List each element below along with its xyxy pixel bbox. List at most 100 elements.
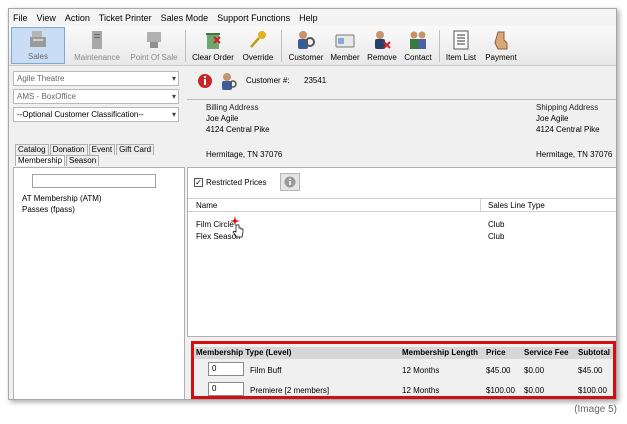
toolbar-separator <box>281 30 282 62</box>
pos-terminal-icon <box>143 29 165 51</box>
remove-person-icon <box>371 29 393 51</box>
payment-button[interactable]: Payment <box>481 27 521 64</box>
shipping-city: Hermitage, TN 37076 <box>536 150 613 159</box>
tab-gift-card[interactable]: Gift Card <box>116 144 155 155</box>
membership-fee: $0.00 <box>524 366 545 375</box>
member-card-icon <box>334 29 356 51</box>
tab-donation[interactable]: Donation <box>49 144 88 155</box>
price-header: Price <box>486 348 506 357</box>
price-grid: ✓ Restricted Prices Name Sales Line Type… <box>187 167 616 337</box>
column-name-header[interactable]: Name <box>196 201 217 210</box>
membership-row: 0 Film Buff 12 Months $45.00 $0.00 $45.0… <box>194 361 613 379</box>
restricted-prices-checkbox[interactable]: ✓ <box>194 178 203 187</box>
menu-view[interactable]: View <box>37 13 56 23</box>
tree-item-passes[interactable]: Passes (fpass) <box>22 205 75 214</box>
toolbar-separator <box>185 30 186 62</box>
membership-header: Membership Type (Level) Membership Lengt… <box>194 347 613 359</box>
column-sales-line-type-header[interactable]: Sales Line Type <box>488 201 545 210</box>
row-name: Film Circle <box>196 220 234 229</box>
subtotal-header: Subtotal <box>578 348 610 357</box>
menu-action[interactable]: Action <box>65 13 90 23</box>
membership-row: 0 Premiere [2 members] 12 Months $100.00… <box>194 381 613 399</box>
trash-can-icon <box>202 29 224 51</box>
tree-item-at-membership[interactable]: AT Membership (ATM) <box>22 194 102 203</box>
tab-season[interactable]: Season <box>66 155 100 166</box>
left-panel: Agile Theatre ▾ AMS - BoxOffice ▾ --Opti… <box>9 67 187 399</box>
clear-order-button[interactable]: Clear Order <box>189 27 237 64</box>
venue-select-value: Agile Theatre <box>17 74 65 83</box>
customer-classification-value: --Optional Customer Classification-- <box>17 110 144 119</box>
customer-number-label: Customer #: <box>246 76 290 85</box>
chevron-down-icon: ▾ <box>171 92 176 101</box>
tab-membership[interactable]: Membership <box>15 155 66 166</box>
membership-tab-panel: AT Membership (ATM) Passes (fpass) <box>13 167 185 399</box>
venue-select[interactable]: Agile Theatre ▾ <box>13 71 179 86</box>
billing-city: Hermitage, TN 37076 <box>206 150 283 159</box>
shipping-address: Shipping Address Joe Agile 4124 Central … <box>536 102 612 160</box>
item-list-button[interactable]: Item List <box>442 27 480 64</box>
customer-number-value: 23541 <box>304 76 327 85</box>
customer-person-icon[interactable] <box>219 72 237 90</box>
billing-name: Joe Agile <box>206 114 239 123</box>
hand-cursor-icon <box>232 224 244 238</box>
image-caption: (Image 5) <box>574 404 617 415</box>
menu-help[interactable]: Help <box>299 13 318 23</box>
info-icon[interactable] <box>197 73 213 89</box>
billing-address: Billing Address Joe Agile 4124 Central P… <box>206 102 282 160</box>
right-panel: Customer #: 23541 Billing Address Joe Ag… <box>187 67 616 399</box>
billing-street: 4124 Central Pike <box>206 125 270 134</box>
restricted-prices-label: Restricted Prices <box>206 178 267 187</box>
contact-button[interactable]: Contact <box>400 27 436 64</box>
shipping-address-title: Shipping Address <box>536 103 599 112</box>
menu-support-functions[interactable]: Support Functions <box>217 13 290 23</box>
catalog-tabs-row-2: Membership Season <box>15 155 100 166</box>
chevron-down-icon: ▾ <box>171 110 176 119</box>
box-office-select[interactable]: AMS - BoxOffice ▾ <box>13 89 179 104</box>
override-button[interactable]: Override <box>238 27 278 64</box>
column-divider <box>480 199 481 212</box>
membership-panel: Membership Type (Level) Membership Lengt… <box>187 339 616 399</box>
menu-bar: File View Action Ticket Printer Sales Mo… <box>9 9 616 26</box>
grid-header: Name Sales Line Type <box>188 198 616 212</box>
menu-ticket-printer[interactable]: Ticket Printer <box>99 13 152 23</box>
membership-length-header: Membership Length <box>402 348 479 357</box>
membership-highlight-box: Membership Type (Level) Membership Lengt… <box>191 341 616 399</box>
membership-subtotal: $100.00 <box>578 386 607 395</box>
tab-catalog[interactable]: Catalog <box>15 144 49 155</box>
quantity-input[interactable]: 0 <box>208 382 244 396</box>
row-type: Club <box>488 220 505 229</box>
membership-fee: $0.00 <box>524 386 545 395</box>
catalog-tabs-row-1: Catalog Donation Event Gift Card <box>15 144 155 155</box>
box-office-select-value: AMS - BoxOffice <box>17 92 76 101</box>
quantity-input[interactable]: 0 <box>208 362 244 376</box>
member-button[interactable]: Member <box>327 27 363 64</box>
maintenance-button[interactable]: Maintenance <box>69 27 125 64</box>
shipping-street: 4124 Central Pike <box>536 125 600 134</box>
divider <box>187 99 616 100</box>
membership-length: 12 Months <box>402 366 440 375</box>
membership-length: 12 Months <box>402 386 440 395</box>
customer-button[interactable]: Customer <box>285 27 327 64</box>
server-icon <box>86 29 108 51</box>
service-fee-header: Service Fee <box>524 348 569 357</box>
price-info-button[interactable] <box>280 173 300 191</box>
toolbar: Sales Maintenance Point Of Sale Clear Or… <box>9 26 616 66</box>
point-of-sale-button[interactable]: Point Of Sale <box>126 27 182 64</box>
contact-people-icon <box>407 29 429 51</box>
chevron-down-icon: ▾ <box>171 74 176 83</box>
row-type: Club <box>488 232 505 241</box>
menu-sales-mode[interactable]: Sales Mode <box>161 13 209 23</box>
hand-money-icon <box>490 29 512 51</box>
catalog-filter-input[interactable] <box>32 174 156 188</box>
sales-button[interactable]: Sales <box>11 27 65 64</box>
tab-event[interactable]: Event <box>88 144 116 155</box>
customer-classification-select[interactable]: --Optional Customer Classification-- ▾ <box>13 107 179 122</box>
list-document-icon <box>450 29 472 51</box>
membership-type: Premiere [2 members] <box>250 386 330 395</box>
billing-address-title: Billing Address <box>206 103 259 112</box>
membership-subtotal: $45.00 <box>578 366 603 375</box>
menu-file[interactable]: File <box>13 13 28 23</box>
remove-button[interactable]: Remove <box>364 27 400 64</box>
shipping-name: Joe Agile <box>536 114 569 123</box>
membership-type-header: Membership Type (Level) <box>196 348 292 357</box>
